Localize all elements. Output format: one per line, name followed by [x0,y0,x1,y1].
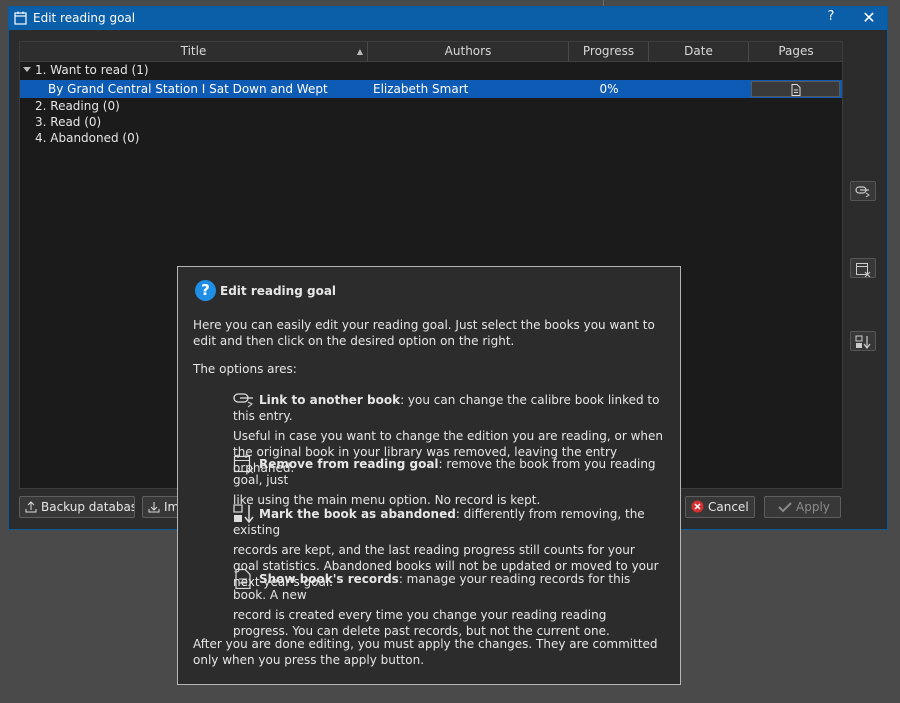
title-bar[interactable]: Edit reading goal ? ✕ [9,7,887,30]
column-title-label: Title [180,44,207,58]
cancel-button[interactable]: Cancel [685,496,755,518]
help-tooltip: ? Edit reading goal Here you can easily … [177,266,681,685]
column-title[interactable]: Title ▲ [20,42,368,61]
cancel-icon [691,500,704,513]
option-name: Remove from reading goal [259,457,439,471]
table-header: Title ▲ Authors Progress Date Pages [20,42,842,62]
link-icon [233,390,255,408]
group-label: 1. Want to read (1) [35,63,149,77]
column-authors[interactable]: Authors [368,42,569,61]
option-detail: record is created every time you change … [233,608,610,638]
tooltip-outro: After you are done editing, you must app… [193,637,658,667]
option-remove-from-goal: Remove from reading goal: remove the boo… [233,454,663,508]
book-row[interactable]: By Grand Central Station I Sat Down and … [20,80,842,98]
window-title: Edit reading goal [33,11,136,25]
abandon-icon [233,504,255,524]
import-button[interactable]: Im [142,496,182,518]
group-row-reading[interactable]: 2. Reading (0) [20,98,842,114]
book-progress: 0% [599,82,619,96]
tooltip-intro: Here you can easily edit your reading go… [193,318,655,348]
calendar-edit-icon [14,11,27,25]
calendar-remove-icon [233,454,255,474]
option-name: Mark the book as abandoned [259,507,456,521]
group-row-read[interactable]: 3. Read (0) [20,114,842,130]
group-label: 4. Abandoned (0) [35,131,140,145]
group-label: 2. Reading (0) [35,99,120,113]
apply-label: Apply [796,500,830,514]
expand-arrow-icon[interactable] [23,67,31,72]
group-row-want-to-read[interactable]: 1. Want to read (1) [20,62,842,78]
column-pages[interactable]: Pages [749,42,843,61]
help-button[interactable]: ? [821,9,841,24]
show-records-button[interactable] [751,81,840,97]
book-author: Elizabeth Smart [373,82,469,96]
calendar-remove-icon [856,263,871,277]
tooltip-options-label: The options ares: [193,362,297,376]
checkmark-icon [778,502,792,513]
option-show-records: Show book's records: manage your reading… [233,569,663,639]
sort-ascending-icon: ▲ [356,47,363,56]
question-icon: ? [195,280,216,301]
column-progress[interactable]: Progress [569,42,649,61]
close-button[interactable]: ✕ [859,8,879,27]
upload-icon [25,501,37,513]
link-to-another-book-button[interactable] [850,181,876,201]
download-icon [148,502,160,513]
backup-database-label: Backup database [41,500,135,514]
abandon-icon [855,335,871,349]
apply-button[interactable]: Apply [764,496,841,518]
backup-database-button[interactable]: Backup database [19,496,135,518]
group-label: 3. Read (0) [35,115,102,129]
column-date[interactable]: Date [649,42,749,61]
document-icon [233,569,255,589]
option-name: Link to another book [259,393,401,407]
group-row-abandoned[interactable]: 4. Abandoned (0) [20,130,842,146]
cancel-label: Cancel [708,500,749,514]
option-name: Show book's records [259,572,399,586]
mark-abandoned-button[interactable] [850,331,876,351]
document-icon [791,84,801,96]
tooltip-heading: Edit reading goal [220,284,337,298]
remove-from-goal-button[interactable] [850,258,876,278]
link-icon [855,186,870,198]
book-title: By Grand Central Station I Sat Down and … [48,82,328,96]
